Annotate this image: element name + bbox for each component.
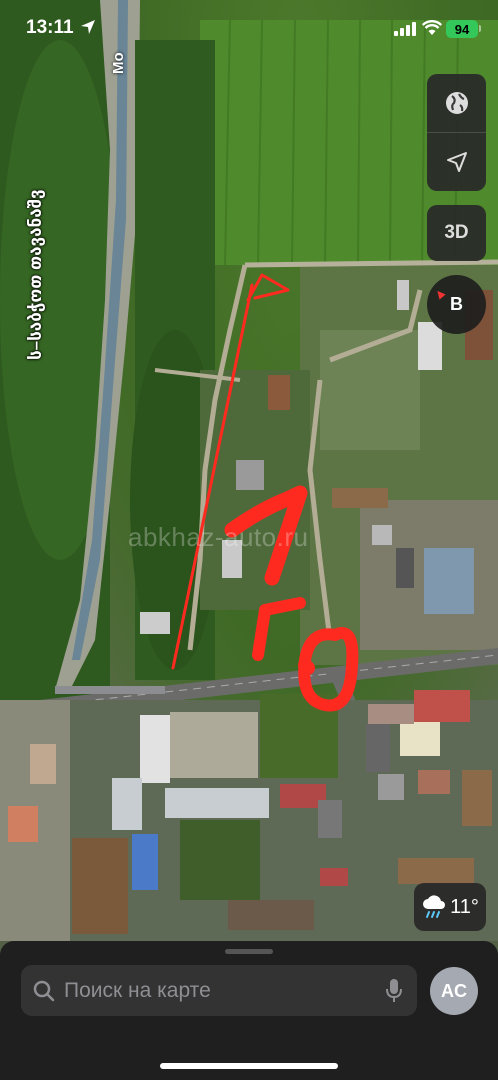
street-label-georgian: ს–საბჭოთ თავანაშვ bbox=[26, 189, 45, 360]
map-controls bbox=[427, 74, 486, 191]
rain-cloud-icon bbox=[423, 895, 446, 918]
compass-direction: В bbox=[450, 294, 463, 314]
wifi-icon bbox=[422, 20, 442, 35]
battery-level: 94 bbox=[454, 21, 470, 37]
weather-widget[interactable]: 11° bbox=[414, 883, 486, 931]
arrow-shaft bbox=[171, 283, 254, 670]
home-indicator bbox=[160, 1063, 338, 1069]
account-avatar[interactable]: AC bbox=[430, 967, 478, 1015]
my-location-button[interactable] bbox=[427, 133, 486, 191]
bottom-sheet[interactable]: AC bbox=[0, 941, 498, 1080]
battery-tip bbox=[479, 25, 481, 32]
microphone-icon[interactable] bbox=[385, 978, 403, 1004]
search-icon bbox=[33, 980, 55, 1001]
cellular-signal-icon bbox=[394, 22, 416, 36]
weather-temperature: 11° bbox=[450, 895, 479, 918]
sheet-grabber[interactable] bbox=[225, 949, 273, 954]
three-d-button[interactable]: 3D bbox=[427, 205, 486, 261]
status-bar: 13:11 94 bbox=[0, 0, 498, 54]
search-input[interactable] bbox=[64, 978, 385, 1003]
location-services-icon bbox=[81, 20, 95, 34]
annotation-go-g bbox=[252, 597, 306, 661]
watermark: abkhaz-auto.ru bbox=[128, 522, 309, 552]
location-arrow-icon bbox=[446, 152, 467, 172]
battery-indicator: 94 bbox=[446, 20, 478, 38]
arrow-head bbox=[246, 273, 290, 302]
globe-icon bbox=[445, 92, 468, 114]
compass-north-marker bbox=[434, 288, 446, 300]
search-bar[interactable] bbox=[21, 965, 417, 1016]
status-time: 13:11 bbox=[26, 17, 74, 38]
map-type-button[interactable] bbox=[427, 74, 486, 132]
compass-button[interactable]: В bbox=[427, 275, 486, 334]
